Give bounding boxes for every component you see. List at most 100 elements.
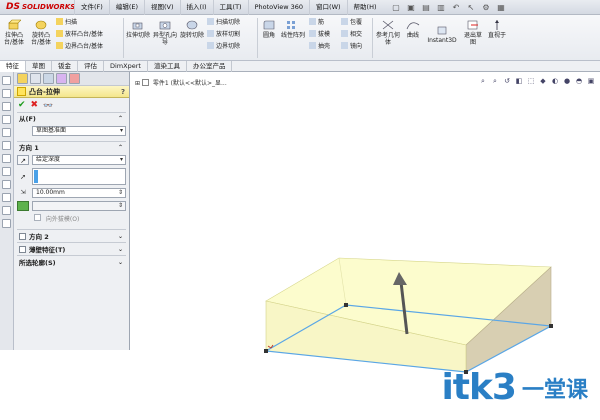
expand-chevron-icon[interactable]: ⌄ [118,233,123,240]
extrude-boss-button[interactable]: 拉伸凸台/基体 [2,19,26,46]
tab-features[interactable]: 特征 [0,61,26,72]
extrude-cut-button[interactable]: 拉伸切除 [126,19,150,39]
graphics-area[interactable]: ⊞ 零件1 (默认<<默认>_显... ⌕ ⌕ ↺ ◧ ⬚ ◆ ◐ ● ◓ ▣ [131,72,600,420]
depth-input[interactable]: 10.00mm ⇕ [32,188,126,198]
property-manager-icon[interactable] [30,73,41,84]
new-file-icon[interactable]: ▢ [391,2,402,13]
intersect-button[interactable]: 相交 [341,30,362,40]
display-manager-icon[interactable] [69,73,80,84]
tool-icon[interactable] [2,115,11,124]
wrap-icon [341,18,348,25]
revolve-boss-button[interactable]: 旋转凸台/基体 [29,19,53,46]
tab-render-tools[interactable]: 渲染工具 [148,61,187,72]
normal-to-button[interactable]: 直视于 [487,19,507,39]
boundary-cut-button[interactable]: 边界切除 [207,42,240,52]
menu-view[interactable]: 视图(V) [144,0,180,15]
sketch-point[interactable] [549,324,553,328]
tool-icon[interactable] [2,180,11,189]
expand-chevron-icon[interactable]: ⌄ [118,246,123,253]
tab-dimxpert[interactable]: DimXpert [104,61,148,72]
open-file-icon[interactable]: ▣ [406,2,417,13]
menu-help[interactable]: 帮助(H) [346,0,383,15]
exit-sketch-button[interactable]: 退出草图 [462,19,484,46]
wrap-button[interactable]: 包覆 [341,18,362,28]
detailed-preview-icon[interactable]: 👓 [43,101,53,110]
save-icon[interactable]: ▤ [421,2,432,13]
swept-cut-icon [207,18,214,25]
hole-wizard-button[interactable]: 异型孔向导 [153,19,177,46]
mirror-icon [341,42,348,49]
tool-icon[interactable] [2,128,11,137]
tool-icon[interactable] [2,89,11,98]
collapse-chevron-icon[interactable]: ⌃ [118,115,123,122]
tool-icon[interactable] [2,102,11,111]
menu-edit[interactable]: 编辑(E) [108,0,144,15]
fillet-button[interactable]: 圆角 [259,19,279,39]
menu-file[interactable]: 文件(F) [74,0,109,15]
direction1-header[interactable]: 方向 1 ⌃ [17,141,126,152]
tool-icon[interactable] [2,219,11,228]
revolve-cut-button[interactable]: 旋转切除 [180,19,204,39]
selected-contours-header[interactable]: 所选轮廓(S) ⌄ [17,255,126,268]
tool-icon[interactable] [2,206,11,215]
expand-chevron-icon[interactable]: ⌄ [118,259,123,266]
tab-evaluate[interactable]: 评估 [78,61,104,72]
reference-geometry-icon [382,20,394,30]
help-icon[interactable]: ? [121,88,125,96]
sketch-point[interactable] [264,349,268,353]
direction-selection-box[interactable] [32,168,126,185]
options-icon[interactable]: ▦ [496,2,507,13]
tool-icon[interactable] [2,154,11,163]
sketch-point[interactable] [344,303,348,307]
select-icon[interactable]: ↖ [466,2,477,13]
rebuild-icon[interactable]: ⚙ [481,2,492,13]
shell-button[interactable]: 抽壳 [309,42,330,52]
loft-boss-button[interactable]: 放样凸台/基体 [56,30,103,40]
instant3d-button[interactable]: Instant3D [426,24,458,44]
feature-manager-icon[interactable] [17,73,28,84]
menu-photoview[interactable]: PhotoView 360 [247,0,309,15]
reference-geometry-button[interactable]: 参考几何体 [375,19,401,46]
tab-sheet-metal[interactable]: 钣金 [52,61,78,72]
print-icon[interactable]: ▥ [436,2,447,13]
menu-tools[interactable]: 工具(T) [212,0,248,15]
direction2-checkbox[interactable] [19,232,26,240]
ok-check-icon[interactable]: ✔ [18,100,26,110]
draft-button[interactable]: 拔模 [309,30,330,40]
swept-cut-button[interactable]: 扫描切除 [207,18,240,28]
undo-icon[interactable]: ↶ [451,2,462,13]
tab-sketch[interactable]: 草图 [26,61,52,72]
from-header-label: 从(F) [19,115,36,123]
mirror-button[interactable]: 镜向 [341,42,362,52]
tool-icon[interactable] [2,193,11,202]
tab-office-products[interactable]: 办公室产品 [187,61,233,72]
thin-feature-header[interactable]: 薄壁特征(T) ⌄ [17,242,126,255]
thin-feature-checkbox[interactable] [19,245,26,253]
rib-button[interactable]: 筋 [309,18,324,28]
from-header[interactable]: 从(F) ⌃ [17,112,126,123]
collapse-chevron-icon[interactable]: ⌃ [118,144,123,151]
curves-button[interactable]: 曲线 [404,19,422,39]
menu-insert[interactable]: 插入(I) [179,0,213,15]
spinner-icon[interactable]: ⇕ [118,189,123,197]
draft-toggle-icon[interactable] [17,201,29,211]
linear-pattern-button[interactable]: 线性阵列 [281,19,305,39]
reverse-direction-icon[interactable]: ↗ [17,155,29,165]
menu-window[interactable]: 窗口(W) [309,0,347,15]
tool-icon[interactable] [2,76,11,85]
lofted-cut-button[interactable]: 放样切割 [207,30,240,40]
config-manager-icon[interactable] [43,73,54,84]
draft-outward-checkbox[interactable] [34,214,41,221]
boundary-boss-button[interactable]: 边界凸台/基体 [56,42,103,52]
sweep-button[interactable]: 扫描 [56,18,77,28]
draft-angle-input[interactable]: ⇕ [32,201,126,211]
cancel-x-icon[interactable]: ✖ [31,100,39,110]
dimxpert-manager-icon[interactable] [56,73,67,84]
from-select[interactable]: 草图基准面 ▾ [32,126,126,136]
end-condition-select[interactable]: 给定深度 ▾ [32,155,126,165]
tool-icon[interactable] [2,167,11,176]
exit-sketch-label: 退出草图 [463,32,482,46]
direction2-header[interactable]: 方向 2 ⌄ [17,229,126,242]
tool-icon[interactable] [2,141,11,150]
linear-pattern-icon [287,21,295,29]
